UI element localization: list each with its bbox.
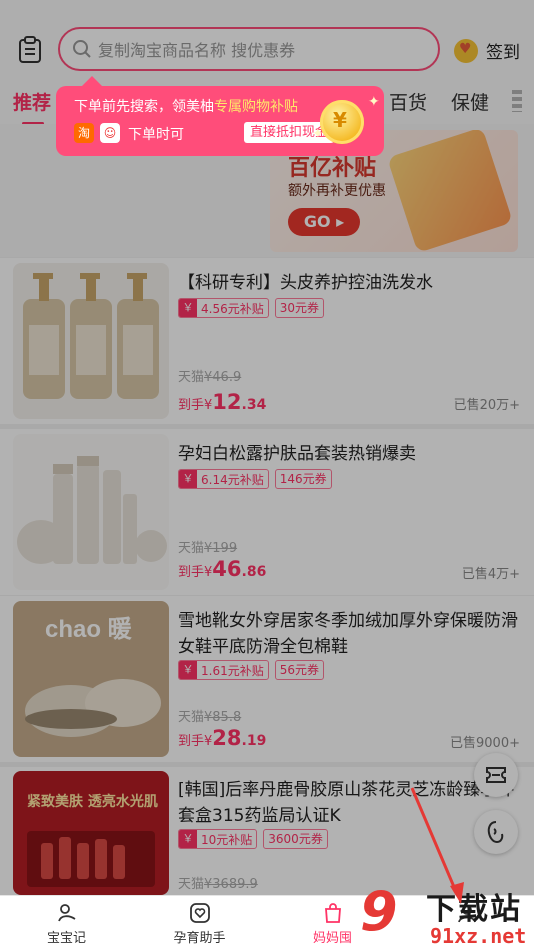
tag-row: ￥ 1.61元补贴 56元券 (178, 660, 325, 680)
list-item[interactable]: chao 暖 雪地靴女外穿居家冬季加绒加厚外穿保暖防滑女鞋平底防滑全包棉鞋 ￥ 1… (0, 596, 534, 762)
float-foot-button[interactable] (474, 810, 518, 854)
original-price: 天猫¥199 (178, 537, 237, 556)
orig-prefix: 天猫 (178, 541, 205, 556)
orig-prefix: 天猫 (178, 877, 205, 892)
price-prefix: 到手¥ (178, 398, 213, 413)
nav-baby-record[interactable]: 宝宝记 (0, 896, 133, 950)
tabs-more-icon[interactable] (512, 90, 522, 112)
price-dec: .19 (241, 733, 267, 749)
search-icon (73, 40, 91, 58)
nav-pregnancy-helper[interactable]: 孕育助手 (133, 896, 266, 950)
orig-value: ¥199 (204, 541, 238, 556)
watermark-nine: 9 (360, 880, 398, 943)
nav-label: 宝宝记 (46, 931, 86, 946)
sold-count: 已售9000+ (450, 736, 520, 751)
list-item[interactable]: 孕妇白松露护肤品套装热销爆卖 ￥ 6.14元补贴 146元券 天猫¥199 到手¥… (0, 429, 534, 595)
orig-value: ¥3689.9 (204, 877, 258, 892)
subsidy-text: 6.14元补贴 (201, 472, 264, 487)
watermark-url: 91xz.net (430, 924, 527, 948)
coupon-tag: 146元券 (274, 469, 332, 489)
final-price: 到手¥12.34 (178, 390, 266, 414)
ticket-illustration (386, 130, 514, 252)
baby-icon (57, 904, 75, 922)
original-price: 天猫¥3689.9 (178, 873, 258, 892)
sold-count: 已售4万+ (461, 567, 520, 582)
list-item[interactable]: 【科研专利】头皮养护控油洗发水 ￥ 4.56元补贴 30元券 天猫¥46.9 到手… (0, 258, 534, 424)
sparkle-icon: ✦ (312, 126, 324, 142)
taobao-icon: 淘 (74, 123, 94, 143)
product-image: chao 暖 (13, 601, 169, 757)
tab-general-goods[interactable]: 百货 (389, 88, 427, 115)
coupon-tag: 56元券 (274, 660, 325, 680)
tag-row: ￥ 6.14元补贴 146元券 (178, 469, 332, 489)
product-title: 雪地靴女外穿居家冬季加绒加厚外穿保暖防滑女鞋平底防滑全包棉鞋 (178, 611, 518, 657)
gold-coin-icon (320, 100, 364, 144)
price-dec: .86 (241, 564, 267, 580)
product-image (13, 434, 169, 590)
orig-value: ¥85.8 (204, 710, 242, 725)
tip-line1-highlight: 专属购物补贴 (214, 99, 298, 115)
watermark: 9 下载站 91xz.net (360, 876, 534, 950)
product-title: 【科研专利】头皮养护控油洗发水 (178, 273, 433, 293)
gift-icon: ￥ (179, 830, 197, 848)
tag-row: ￥ 4.56元补贴 30元券 (178, 298, 325, 318)
original-price: 天猫¥85.8 (178, 706, 241, 725)
coupon-tag: 3600元券 (263, 829, 328, 849)
orig-prefix: 天猫 (178, 710, 205, 725)
subsidy-tag: ￥ 6.14元补贴 (178, 469, 269, 489)
subsidy-text: 1.61元补贴 (201, 663, 264, 678)
bag-icon (324, 903, 341, 923)
search-input[interactable]: 复制淘宝商品名称 搜优惠券 (58, 27, 440, 71)
gift-icon: ￥ (179, 299, 197, 317)
watermark-text: 下载站 (426, 892, 522, 927)
signin-label: 签到 (486, 43, 520, 63)
gift-icon: ￥ (179, 470, 197, 488)
banner-subtitle: 额外再补更优惠 (288, 183, 386, 199)
gift-icon: ￥ (179, 661, 197, 679)
price-dec: .34 (241, 397, 267, 413)
orig-prefix: 天猫 (178, 370, 205, 385)
meiyou-icon: ☺ (100, 123, 120, 143)
float-menu-button[interactable] (474, 753, 518, 797)
search-placeholder: 复制淘宝商品名称 搜优惠券 (98, 41, 296, 60)
price-prefix: 到手¥ (178, 734, 213, 749)
coin-icon (454, 38, 478, 63)
clipboard-icon[interactable] (18, 36, 42, 64)
tab-health[interactable]: 保健 (451, 88, 489, 115)
nav-label: 孕育助手 (173, 931, 226, 946)
product-image (13, 263, 169, 419)
top-bar: 复制淘宝商品名称 搜优惠券 签到 (0, 0, 534, 80)
price-prefix: 到手¥ (178, 565, 213, 580)
orig-value: ¥46.9 (204, 370, 242, 385)
price-int: 28 (212, 726, 242, 750)
banner-go-button[interactable]: GO ▸ (288, 208, 360, 236)
ticket-icon (486, 767, 506, 783)
final-price: 到手¥46.86 (178, 557, 266, 581)
subsidy-text: 4.56元补贴 (201, 301, 264, 316)
final-price: 到手¥28.19 (178, 726, 266, 750)
product-image: 紧致美肤 透亮水光肌 (13, 771, 169, 895)
price-int: 46 (212, 557, 242, 581)
foot-icon (487, 821, 504, 844)
tip-line-2: 下单时可 (128, 127, 184, 143)
subsidy-tag: ￥ 10元补贴 (178, 829, 258, 849)
product-title: 孕妇白松露护肤品套装热销爆卖 (178, 444, 416, 464)
original-price: 天猫¥46.9 (178, 366, 241, 385)
subsidy-tag: ￥ 1.61元补贴 (178, 660, 269, 680)
heart-hand-icon (189, 903, 210, 923)
sold-count: 已售20万+ (453, 398, 520, 413)
tag-row: ￥ 10元补贴 3600元券 (178, 829, 328, 849)
product-title: [韩国]后率丹鹿骨胶原山茶花灵芝冻龄臻享件套盒315药监局认证K (178, 780, 515, 826)
signin-button[interactable]: 签到 (454, 38, 520, 63)
price-int: 12 (212, 390, 242, 414)
tip-line-1: 下单前先搜索，领美柚专属购物补贴 (74, 96, 298, 116)
coupon-tag: 30元券 (274, 298, 325, 318)
search-tip-popup[interactable]: 下单前先搜索，领美柚专属购物补贴 淘 ☺ 下单时可 直接抵扣现金 ✦ ✦ (56, 76, 384, 156)
sparkle-icon: ✦ (368, 94, 380, 110)
tip-line1-prefix: 下单前先搜索，领美柚 (74, 99, 214, 115)
subsidy-tag: ￥ 4.56元补贴 (178, 298, 269, 318)
subsidy-text: 10元补贴 (201, 832, 253, 847)
tab-recommend[interactable]: 推荐 (13, 88, 51, 115)
